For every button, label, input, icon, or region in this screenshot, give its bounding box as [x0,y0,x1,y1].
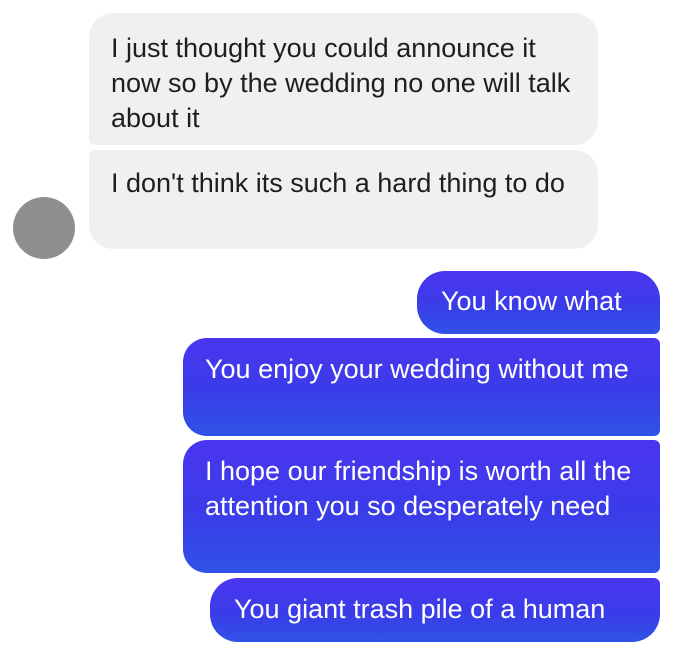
outgoing-message[interactable]: You enjoy your wedding without me [183,338,660,436]
incoming-message[interactable]: I just thought you could announce it now… [89,13,598,145]
incoming-message[interactable]: I don't think its such a hard thing to d… [89,150,598,249]
message-thread: I just thought you could announce it now… [0,0,700,659]
outgoing-message[interactable]: You know what [417,271,660,334]
outgoing-message[interactable]: You giant trash pile of a human [210,578,660,642]
sender-avatar[interactable] [13,197,75,259]
outgoing-message[interactable]: I hope our friendship is worth all the a… [183,440,660,573]
